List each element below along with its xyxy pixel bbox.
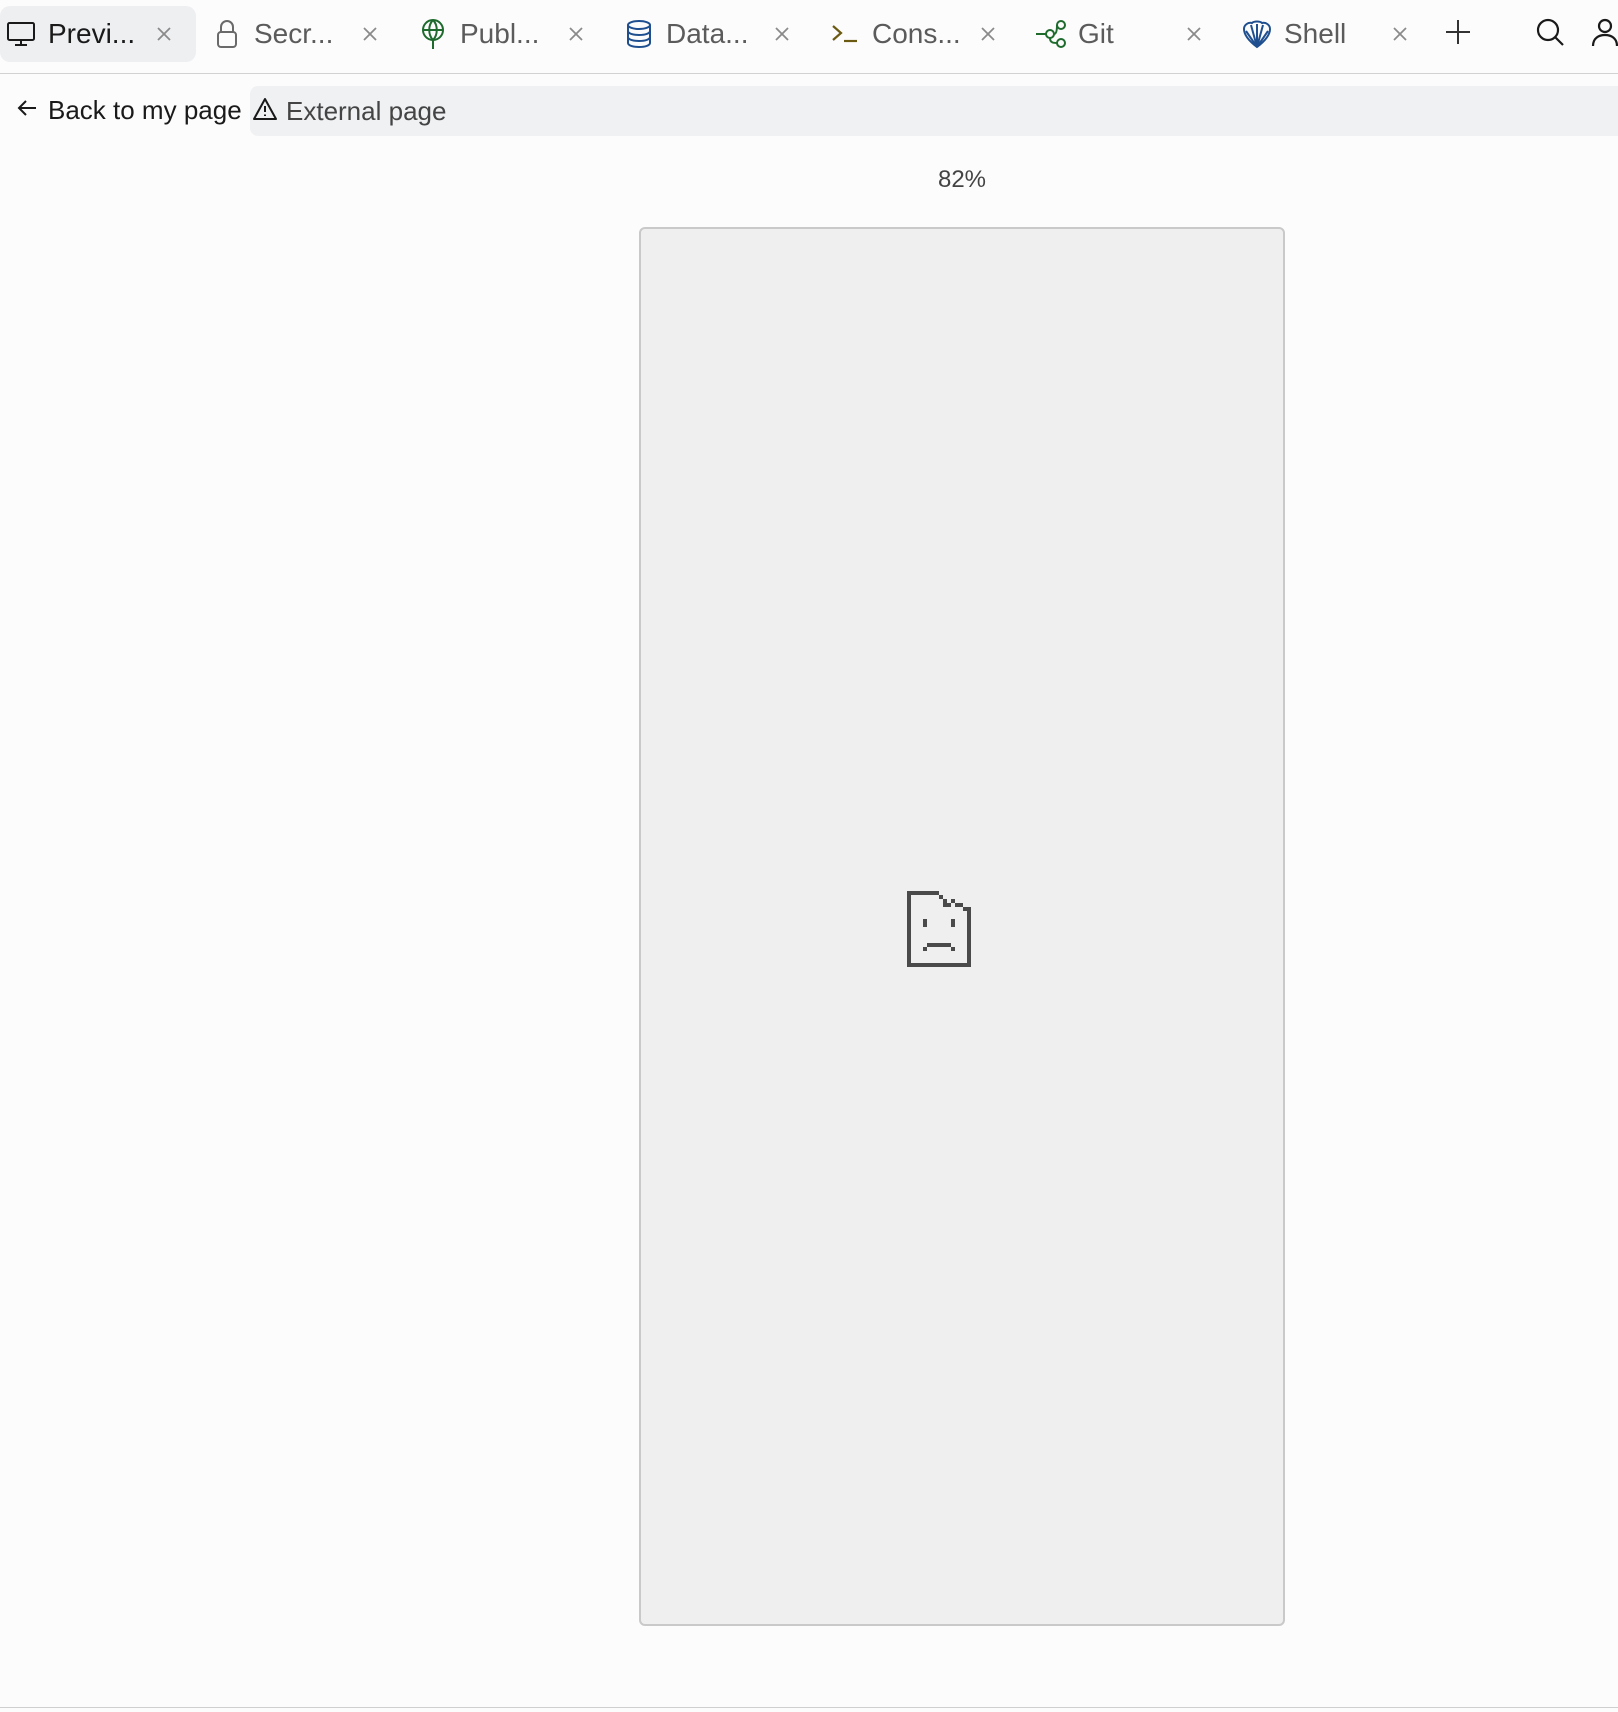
preview-frame — [639, 227, 1285, 1626]
tab-label: Publ... — [460, 18, 540, 49]
new-tab-button[interactable] — [1438, 14, 1478, 54]
shell-icon — [1240, 17, 1274, 51]
search-icon — [1535, 17, 1565, 52]
search-button[interactable] — [1530, 14, 1570, 54]
database-icon — [622, 17, 656, 51]
arrow-left-icon — [16, 97, 38, 124]
tab-preview[interactable]: Previ... — [0, 6, 196, 62]
preview-subbar: Back to my page External page — [0, 84, 1618, 136]
close-icon[interactable] — [768, 20, 796, 48]
divider — [0, 1707, 1618, 1708]
tab-publish[interactable]: Publ... — [412, 6, 608, 62]
zoom-level: 82% — [937, 166, 987, 193]
close-icon[interactable] — [1386, 20, 1414, 48]
user-button[interactable] — [1590, 14, 1618, 54]
terminal-icon — [828, 17, 862, 51]
external-page-label: External page — [286, 95, 447, 126]
lock-icon — [210, 17, 244, 51]
monitor-icon — [4, 17, 38, 51]
plus-icon — [1444, 18, 1472, 51]
tab-secrets[interactable]: Secr... — [206, 6, 402, 62]
tab-label: Previ... — [48, 18, 136, 49]
tab-git[interactable]: Git — [1030, 6, 1226, 62]
external-page-banner: External page — [250, 86, 1618, 136]
tab-label: Cons... — [872, 18, 961, 49]
close-icon[interactable] — [974, 20, 1002, 48]
tab-console[interactable]: Cons... — [824, 6, 1020, 62]
warning-icon — [252, 97, 278, 126]
close-icon[interactable] — [356, 20, 384, 48]
tab-label: Data... — [666, 18, 749, 49]
git-branch-icon — [1034, 17, 1068, 51]
close-icon[interactable] — [150, 20, 178, 48]
user-icon — [1590, 17, 1618, 52]
back-to-my-page-link[interactable]: Back to my page — [16, 84, 242, 136]
tab-label: Secr... — [254, 18, 334, 49]
tab-database[interactable]: Data... — [618, 6, 814, 62]
tab-bar: Previ... Secr... Publ... Data... Cons...… — [0, 0, 1618, 74]
tab-label: Shell — [1284, 18, 1347, 49]
close-icon[interactable] — [562, 20, 590, 48]
back-link-label: Back to my page — [48, 94, 242, 125]
sad-document-icon — [907, 891, 971, 967]
globe-pin-icon — [416, 17, 450, 51]
close-icon[interactable] — [1180, 20, 1208, 48]
tab-shell[interactable]: Shell — [1236, 6, 1432, 62]
tab-label: Git — [1078, 18, 1114, 49]
